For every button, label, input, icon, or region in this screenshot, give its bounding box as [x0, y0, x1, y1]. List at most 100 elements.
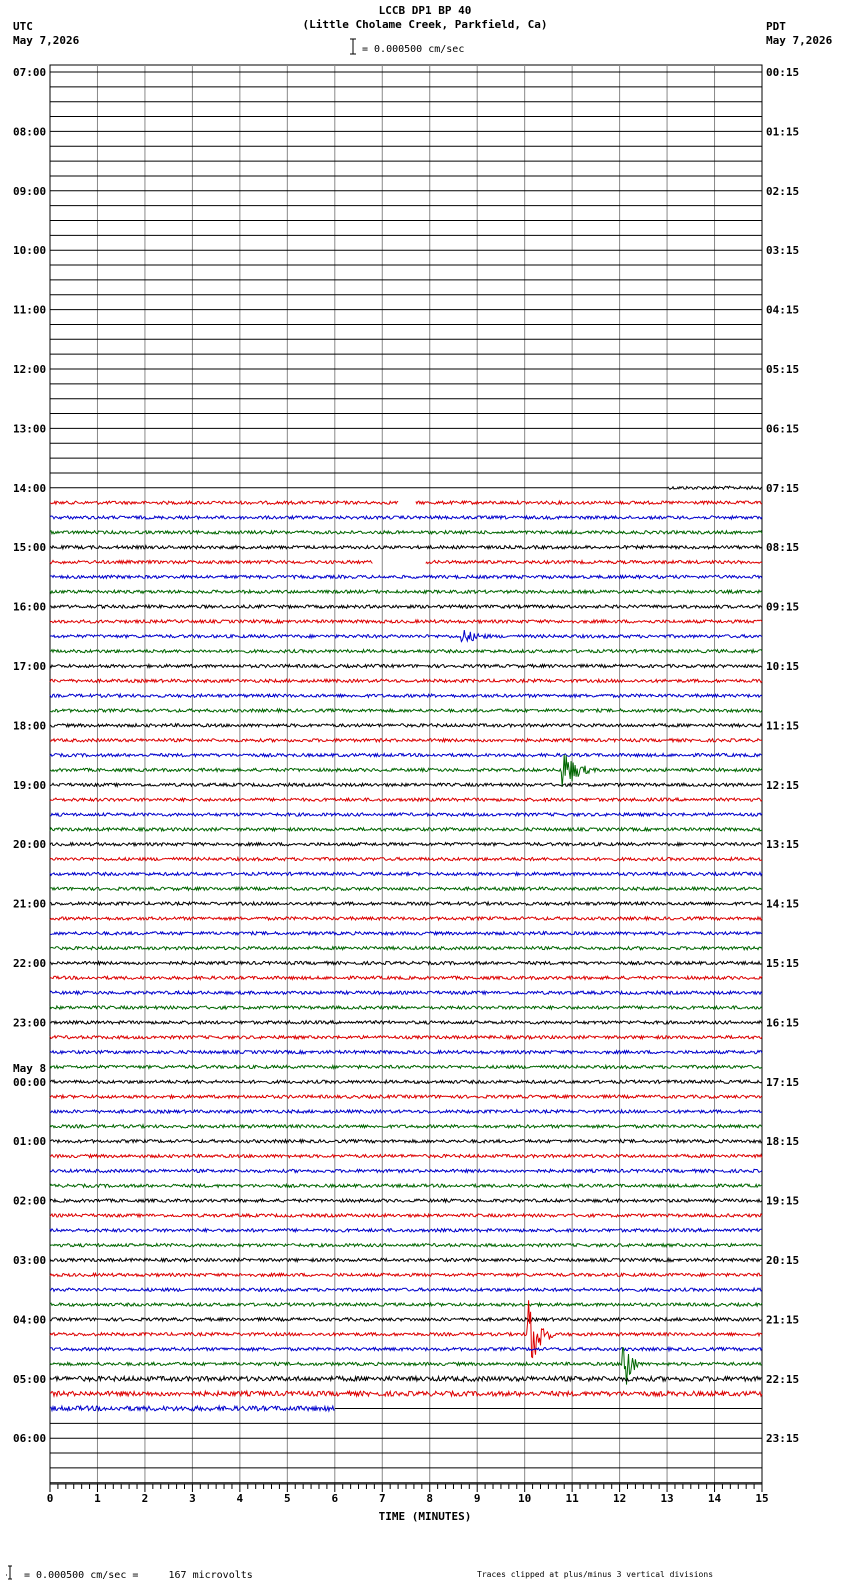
seismic-trace	[49, 1242, 763, 1248]
pdt-hour-label: 08:15	[766, 541, 799, 554]
seismic-trace	[49, 1167, 763, 1175]
footer-scale-text: = 0.000500 cm/sec = 167 microvolts	[24, 1570, 253, 1581]
x-tick-label: 14	[708, 1492, 722, 1505]
seismic-trace	[49, 692, 763, 699]
seismic-trace	[49, 573, 763, 580]
x-tick-label: 9	[474, 1492, 481, 1505]
seismic-trace	[49, 630, 763, 643]
seismic-trace	[49, 544, 763, 551]
seismic-trace	[49, 1108, 763, 1115]
seismic-trace	[49, 588, 763, 595]
seismic-trace	[49, 1049, 763, 1056]
x-tick-label: 1	[94, 1492, 101, 1505]
x-tick-label: 4	[237, 1492, 244, 1505]
seismic-trace	[49, 1197, 763, 1204]
utc-hour-label: 22:00	[13, 957, 46, 970]
seismic-trace	[49, 855, 763, 863]
seismic-trace	[49, 1316, 763, 1323]
utc-hour-label: 23:00	[13, 1016, 46, 1029]
seismic-trace	[49, 811, 763, 818]
seismic-trace	[49, 1271, 763, 1278]
seismic-trace	[49, 870, 763, 878]
seismic-trace	[49, 737, 763, 744]
x-tick-label: 10	[518, 1492, 531, 1505]
utc-hour-label: 07:00	[13, 66, 46, 79]
seismic-trace	[49, 1123, 763, 1130]
seismic-trace	[49, 796, 763, 803]
x-tick-label: 11	[566, 1492, 580, 1505]
pdt-hour-label: 22:15	[766, 1373, 799, 1386]
seismic-trace	[49, 618, 763, 625]
seismic-trace	[49, 1093, 763, 1100]
utc-hour-label: 03:00	[13, 1254, 46, 1267]
seismic-trace	[49, 885, 763, 892]
footer-clip-note: Traces clipped at plus/minus 3 vertical …	[477, 1570, 714, 1579]
utc-hour-label: 15:00	[13, 541, 46, 554]
utc-hour-label: 06:00	[13, 1432, 46, 1445]
utc-hour-label: 05:00	[13, 1373, 46, 1386]
pdt-hour-label: 18:15	[766, 1135, 799, 1148]
seismic-trace	[49, 1034, 763, 1041]
x-tick-label: 5	[284, 1492, 291, 1505]
x-tick-label: 7	[379, 1492, 386, 1505]
utc-hour-label: 00:00	[13, 1076, 46, 1089]
seismic-trace	[49, 930, 763, 937]
footer-scale-icon	[6, 1565, 12, 1580]
seismic-trace	[49, 1301, 763, 1308]
pdt-hour-label: 17:15	[766, 1076, 799, 1089]
pdt-hour-label: 13:15	[766, 838, 799, 851]
utc-hour-label: 04:00	[13, 1313, 46, 1326]
pdt-hour-label: 09:15	[766, 601, 799, 614]
pdt-hour-label: 11:15	[766, 719, 799, 732]
seismic-trace	[49, 945, 763, 952]
date-change-label: May 8	[13, 1062, 46, 1075]
seismic-trace	[49, 959, 763, 967]
seismic-trace	[49, 1152, 763, 1160]
seismic-trace	[49, 1256, 763, 1264]
grid	[49, 64, 763, 1485]
seismic-trace	[49, 662, 763, 669]
seismic-trace	[49, 499, 763, 506]
seismic-trace	[49, 529, 763, 536]
seismic-trace	[49, 722, 763, 729]
utc-hour-label: 19:00	[13, 779, 46, 792]
seismic-trace	[49, 841, 763, 848]
utc-hour-label: 14:00	[13, 482, 46, 495]
seismic-trace	[49, 648, 763, 655]
seismic-trace	[49, 559, 763, 566]
seismic-trace	[49, 989, 763, 996]
seismic-trace	[49, 752, 763, 759]
x-tick-label: 12	[613, 1492, 626, 1505]
utc-hour-label: 16:00	[13, 601, 46, 614]
pdt-hour-label: 05:15	[766, 363, 799, 376]
seismic-trace	[49, 1374, 763, 1383]
x-axis-label: TIME (MINUTES)	[378, 1510, 472, 1523]
seismic-trace	[49, 1004, 763, 1011]
x-tick-label: 6	[331, 1492, 338, 1505]
seismic-trace	[49, 754, 763, 788]
seismic-trace	[49, 1182, 763, 1189]
seismic-trace	[49, 1227, 762, 1234]
plot-frame	[49, 64, 763, 1485]
utc-hour-label: 12:00	[13, 363, 46, 376]
pdt-hour-label: 01:15	[766, 125, 799, 138]
x-tick-label: 0	[47, 1492, 54, 1505]
pdt-hour-label: 02:15	[766, 185, 799, 198]
utc-hour-label: 01:00	[13, 1135, 46, 1148]
pdt-hour-label: 03:15	[766, 244, 799, 257]
pdt-hour-label: 20:15	[766, 1254, 799, 1267]
seismic-trace	[49, 1286, 763, 1293]
traces	[49, 485, 763, 1413]
seismic-trace	[49, 1212, 763, 1219]
seismic-trace	[49, 1345, 763, 1353]
seismic-trace	[49, 1389, 763, 1398]
utc-hour-label: 11:00	[13, 304, 46, 317]
utc-hour-label: 17:00	[13, 660, 46, 673]
utc-hour-label: 10:00	[13, 244, 46, 257]
pdt-hour-label: 21:15	[766, 1313, 799, 1326]
seismic-trace	[49, 603, 763, 610]
pdt-hour-label: 12:15	[766, 779, 799, 792]
utc-hour-label: 08:00	[13, 125, 46, 138]
seismic-trace	[49, 826, 763, 833]
x-tick-label: 3	[189, 1492, 196, 1505]
